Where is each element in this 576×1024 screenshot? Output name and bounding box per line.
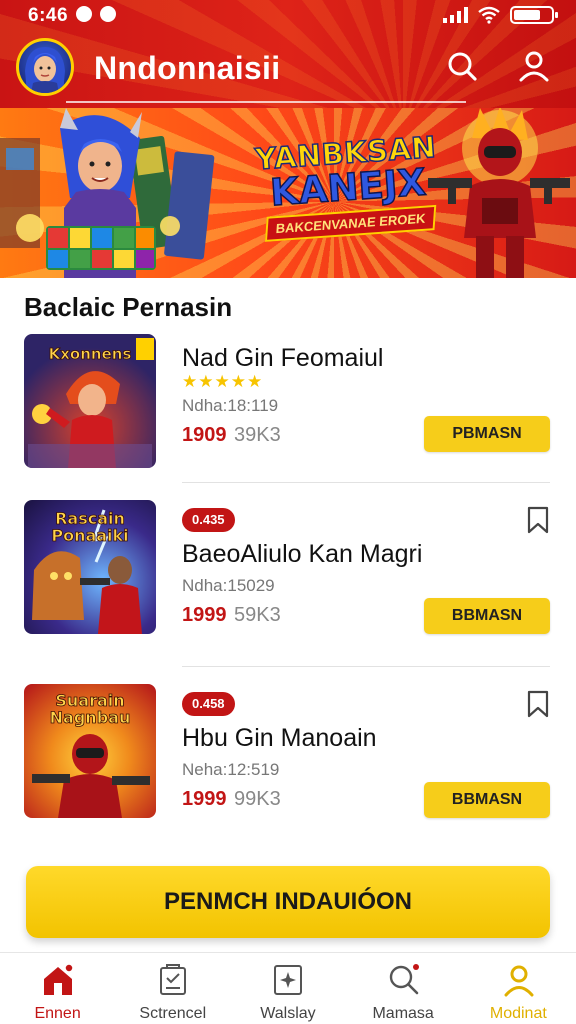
- clipboard-icon: [160, 964, 187, 995]
- game-subtitle: Neha:12:519: [182, 760, 280, 779]
- game-name: Hbu Gin Manoain: [182, 724, 377, 752]
- game-subtitle: Ndha:15029: [182, 576, 275, 595]
- divider: [182, 666, 550, 667]
- buy-button[interactable]: BBMASN: [424, 782, 550, 818]
- profile-icon: [519, 51, 549, 82]
- thumbnail-title: Rascain Ponaaiki: [51, 509, 129, 545]
- nav-label: Modinat: [489, 1005, 547, 1022]
- game-price: 1999: [182, 604, 227, 626]
- game-name: Nad Gin Feomaiul: [182, 344, 384, 372]
- game-price: 1909: [182, 424, 227, 446]
- bookmark-icon[interactable]: [526, 506, 550, 534]
- notification-icon: [76, 6, 92, 22]
- nav-item-wallet[interactable]: Walslay: [230, 953, 345, 1024]
- thumbnail-title: Kxonnens: [48, 345, 132, 363]
- soldier-illustration: [428, 108, 570, 278]
- game-price: 1999: [182, 788, 227, 810]
- game-thumbnail[interactable]: Kxonnens: [24, 334, 156, 468]
- game-thumbnail[interactable]: Suarain Nagnbau: [24, 684, 156, 818]
- game-card[interactable]: Rascain Ponaaiki 0.435 BaeoAliulo Kan Ma…: [0, 498, 576, 658]
- heroine-illustration: [0, 108, 215, 278]
- nav-item-home[interactable]: Ennen: [0, 953, 115, 1024]
- divider: [182, 482, 550, 483]
- thumbnail-title: Suarain Nagnbau: [49, 691, 131, 727]
- profile-icon: [504, 965, 534, 997]
- app-screen: 6:46 Nndonnaisii YANBKSAN KANEJX BAKCENV…: [0, 0, 576, 1024]
- game-card[interactable]: Suarain Nagnbau 0.458 Hbu Gin Manoain Ne…: [0, 682, 576, 842]
- search-button[interactable]: [444, 48, 480, 84]
- nav-item-screencast[interactable]: Sctrencel: [115, 953, 230, 1024]
- avatar[interactable]: [16, 38, 74, 96]
- app-header: 6:46 Nndonnaisii: [0, 0, 576, 108]
- header-divider: [66, 101, 466, 103]
- status-bar: 6:46: [0, 0, 576, 32]
- bottom-nav: Ennen Sctrencel Walslay Mamasa Modinat: [0, 952, 576, 1024]
- nav-label: Mamasa: [372, 1005, 434, 1022]
- bookmark-icon[interactable]: [526, 690, 550, 718]
- game-old-price: 39K3: [234, 424, 281, 446]
- wifi-icon: [478, 6, 500, 24]
- game-name: BaeoAliulo Kan Magri: [182, 540, 423, 568]
- game-card[interactable]: Kxonnens Nad Gin Feomaiul ★★★★★ Ndha:18:…: [0, 332, 576, 492]
- nav-label: Walslay: [260, 1005, 316, 1022]
- game-old-price: 99K3: [234, 788, 281, 810]
- nav-item-profile[interactable]: Modinat: [461, 953, 576, 1024]
- battery-icon: [510, 6, 558, 24]
- nav-label: Ennen: [34, 1005, 81, 1022]
- profile-button[interactable]: [516, 48, 552, 84]
- notification-icon: [100, 6, 116, 22]
- app-title: Nndonnaisii: [94, 50, 281, 86]
- search-icon: [448, 52, 477, 81]
- nav-item-search[interactable]: Mamasa: [346, 953, 461, 1024]
- buy-button[interactable]: BBMASN: [424, 598, 550, 634]
- nav-label: Sctrencel: [139, 1005, 207, 1022]
- price-tag-badge: 0.435: [182, 508, 235, 532]
- game-thumbnail[interactable]: Rascain Ponaaiki: [24, 500, 156, 634]
- search-icon: [389, 964, 419, 995]
- signal-icon: [443, 7, 468, 23]
- section-title: Baclaic Pernasin: [24, 292, 233, 322]
- price-tag-badge: 0.458: [182, 692, 235, 716]
- home-icon: [44, 963, 74, 995]
- game-subtitle: Ndha:18:119: [182, 396, 279, 415]
- rating-stars: ★★★★★: [182, 372, 264, 391]
- promo-banner[interactable]: YANBKSAN KANEJX BAKCENVANAE EROEK: [0, 108, 576, 278]
- status-time: 6:46: [28, 5, 69, 26]
- game-old-price: 59K3: [234, 604, 281, 626]
- sparkle-card-icon: [274, 965, 303, 995]
- main-cta-button[interactable]: PENMCH INDAUIÓON: [26, 866, 550, 938]
- buy-button[interactable]: PBMASN: [424, 416, 550, 452]
